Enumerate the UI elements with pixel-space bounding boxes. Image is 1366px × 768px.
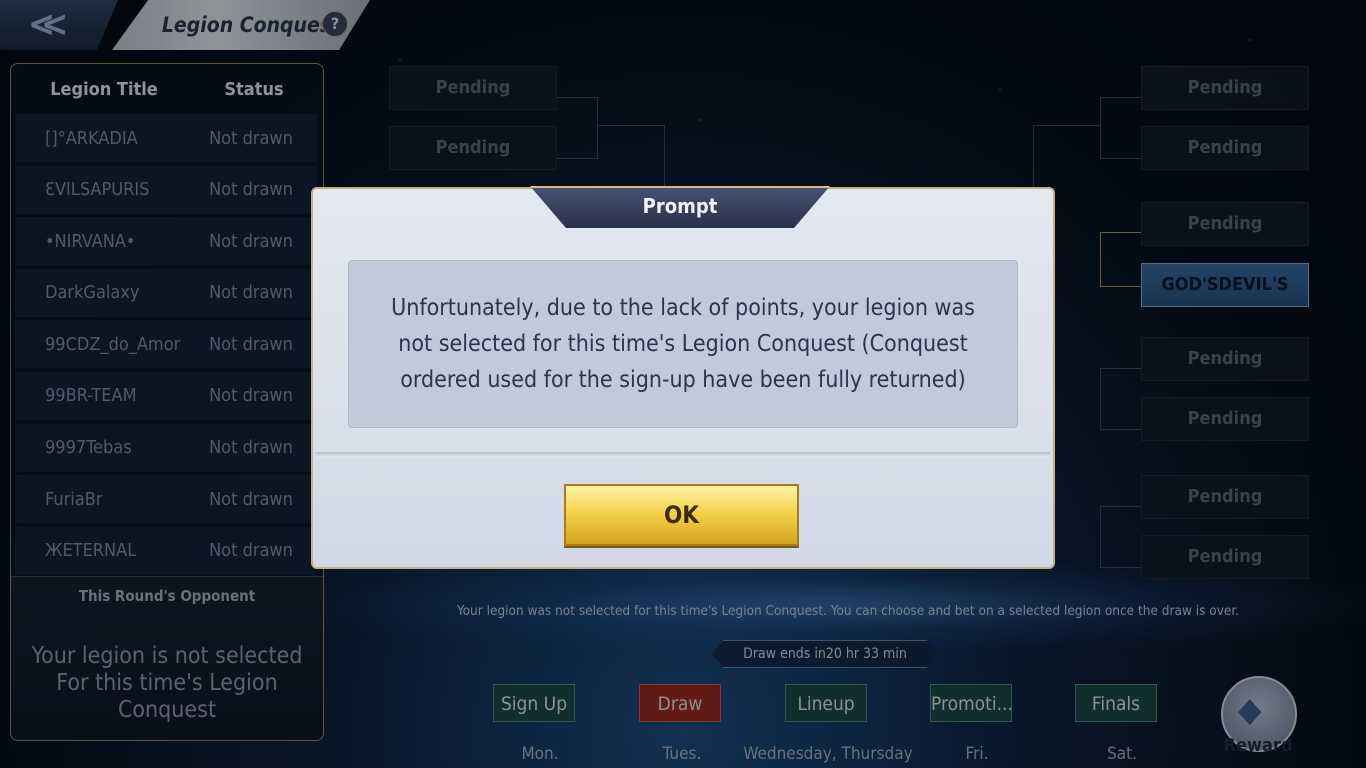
dialog-message-line-2: not selected for this time's Legion Conq… (398, 331, 968, 357)
dialog-message-line-1: Unfortunately, due to the lack of points… (391, 295, 975, 321)
dialog-message: Unfortunately, due to the lack of points… (348, 290, 1018, 398)
dialog-message-line-3: ordered used for the sign-up have been f… (400, 367, 966, 393)
ok-button[interactable]: OK (564, 484, 799, 546)
dialog-title: Prompt (530, 186, 830, 228)
dialog-divider (316, 452, 1050, 458)
